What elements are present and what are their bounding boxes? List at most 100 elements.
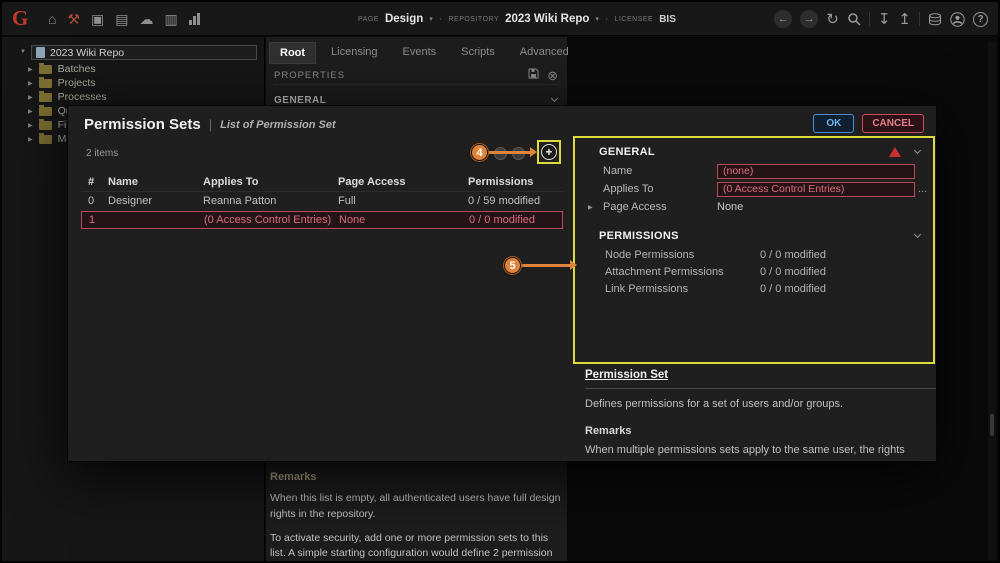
upload-icon[interactable]: ↥	[898, 12, 911, 27]
section-label: GENERAL	[274, 95, 552, 106]
close-icon[interactable]: ⊗	[547, 69, 558, 82]
ok-button[interactable]: OK	[813, 114, 854, 133]
tree-collapsed-icon[interactable]: ▶	[588, 204, 597, 211]
separator-dot: ·	[439, 13, 443, 25]
page-access-row[interactable]: ▶ Page Access None	[575, 198, 933, 216]
perm-value: 0 / 0 modified	[760, 249, 826, 261]
tools-icon[interactable]: ⚒	[67, 12, 80, 26]
folder-icon	[39, 107, 52, 116]
annotation-arrow	[521, 264, 571, 267]
remarks-paragraph: When this list is empty, all authenticat…	[270, 491, 566, 523]
save-icon[interactable]	[528, 66, 539, 84]
repository-label: REPOSITORY	[448, 16, 499, 23]
link-permissions-row[interactable]: Link Permissions 0 / 0 modified	[575, 280, 933, 297]
dialog-subtitle: List of Permission Set	[220, 119, 336, 131]
tab-scripts[interactable]: Scripts	[451, 42, 505, 64]
page-help-text: Remarks When this list is empty, all aut…	[270, 471, 566, 563]
list-toolbar: 4 +	[471, 140, 563, 166]
node-permissions-row[interactable]: Node Permissions 0 / 0 modified	[575, 246, 933, 263]
folder-icon	[39, 65, 52, 74]
tree-collapsed-icon[interactable]: ▶	[28, 66, 33, 73]
tree-item-processes[interactable]: ▶ Processes	[28, 90, 107, 104]
separator-dot: ·	[605, 13, 609, 25]
help-remarks-heading: Remarks	[585, 425, 937, 437]
tree-collapsed-icon[interactable]: ▶	[28, 136, 33, 143]
forward-button[interactable]: →	[800, 10, 818, 28]
scrollbar[interactable]	[988, 42, 996, 560]
tree-item-queries[interactable]: ▶ Qu	[28, 104, 72, 118]
more-button[interactable]: ...	[918, 183, 927, 195]
tree-collapsed-icon[interactable]: ▶	[28, 94, 33, 101]
name-input[interactable]: (none)	[717, 164, 915, 179]
page-access-value: None	[717, 201, 743, 213]
home-icon[interactable]: ⌂	[48, 12, 56, 26]
topbar-nav-icons: ⌂ ⚒ ▣ ▤ ☁ ▥	[48, 2, 200, 36]
attachment-permissions-row[interactable]: Attachment Permissions 0 / 0 modified	[575, 263, 933, 280]
page-access-label: Page Access	[603, 201, 717, 213]
download-icon[interactable]: ↧	[878, 12, 891, 27]
chart-icon[interactable]	[189, 13, 200, 25]
add-permission-set-button[interactable]: +	[541, 144, 557, 160]
table-header: # Name Applies To Page Access Permission…	[81, 172, 563, 192]
name-field-row: Name (none)	[575, 162, 933, 180]
remarks-heading: Remarks	[270, 471, 566, 483]
table-row[interactable]: 0 Designer Reanna Patton Full 0 / 59 mod…	[81, 192, 563, 209]
context-breadcrumb: PAGE Design ▾ · REPOSITORY 2023 Wiki Rep…	[358, 2, 676, 36]
chevron-down-icon	[914, 147, 921, 154]
table-row-selected[interactable]: 1 (0 Access Control Entries) None 0 / 0 …	[81, 211, 563, 229]
general-section-header[interactable]: GENERAL	[575, 142, 933, 162]
tab-root[interactable]: Root	[269, 42, 316, 64]
cell-applies-to: Reanna Patton	[203, 195, 338, 207]
applies-to-input[interactable]: (0 Access Control Entries)	[717, 182, 915, 197]
folder-icon	[39, 79, 52, 88]
package-icon[interactable]: ▤	[115, 12, 128, 26]
folder-icon	[39, 135, 52, 144]
column-header: #	[88, 176, 108, 188]
tree-item-label: Projects	[58, 77, 96, 89]
back-button[interactable]: ←	[774, 10, 792, 28]
name-label: Name	[603, 165, 717, 177]
tree-collapsed-icon[interactable]: ▶	[28, 122, 33, 129]
help-icon[interactable]: ?	[973, 12, 988, 27]
database-icon[interactable]	[928, 13, 942, 26]
user-icon[interactable]	[950, 12, 965, 27]
column-header: Page Access	[338, 176, 468, 188]
tab-advanced[interactable]: Advanced	[510, 42, 579, 64]
tree-item-batches[interactable]: ▶ Batches	[28, 62, 96, 76]
tab-licensing[interactable]: Licensing	[321, 42, 387, 64]
tree-root-node[interactable]: 2023 Wiki Repo	[31, 45, 257, 60]
page-selector[interactable]: Design	[385, 13, 423, 25]
page-label: PAGE	[358, 16, 379, 23]
cell-num: 0	[88, 195, 108, 207]
applies-to-label: Applies To	[603, 183, 717, 195]
applies-to-field-row: Applies To (0 Access Control Entries) ..…	[575, 180, 933, 198]
tab-events[interactable]: Events	[393, 42, 447, 64]
repository-selector[interactable]: 2023 Wiki Repo	[505, 13, 589, 25]
permissions-section-header[interactable]: PERMISSIONS	[575, 226, 933, 246]
cancel-button[interactable]: CANCEL	[862, 114, 924, 133]
scrollbar-thumb[interactable]	[990, 414, 994, 436]
tree-collapsed-icon[interactable]: ▶	[28, 108, 33, 115]
chevron-down-icon	[551, 95, 558, 102]
refresh-icon[interactable]: ↻	[826, 12, 839, 27]
perm-value: 0 / 0 modified	[760, 266, 826, 278]
app-logo[interactable]: G	[12, 6, 28, 31]
tree-item-projects[interactable]: ▶ Projects	[28, 76, 96, 90]
licensee-label: LICENSEE	[615, 16, 654, 23]
help-heading: Permission Set	[585, 369, 937, 381]
tree-expanded-icon[interactable]: ▼	[20, 49, 26, 55]
section-title: PERMISSIONS	[599, 230, 915, 242]
cloud-upload-icon[interactable]: ☁	[140, 12, 154, 26]
catalog-icon[interactable]: ▥	[165, 12, 178, 26]
perm-label: Link Permissions	[605, 283, 760, 295]
application-window: G ⌂ ⚒ ▣ ▤ ☁ ▥ PAGE Design ▾ · REPOSITORY…	[0, 0, 1000, 563]
search-icon[interactable]	[847, 12, 861, 26]
archive-icon[interactable]: ▣	[91, 12, 104, 26]
help-remarks-text: When multiple permissions sets apply to …	[585, 443, 937, 462]
tree-collapsed-icon[interactable]: ▶	[28, 80, 33, 87]
properties-header: PROPERTIES ⊗	[274, 66, 560, 85]
chevron-down-icon: ▾	[595, 15, 599, 23]
dialog-header: Permission Sets | List of Permission Set	[84, 116, 336, 133]
perm-value: 0 / 0 modified	[760, 283, 826, 295]
tree-item-label: Batches	[58, 63, 96, 75]
